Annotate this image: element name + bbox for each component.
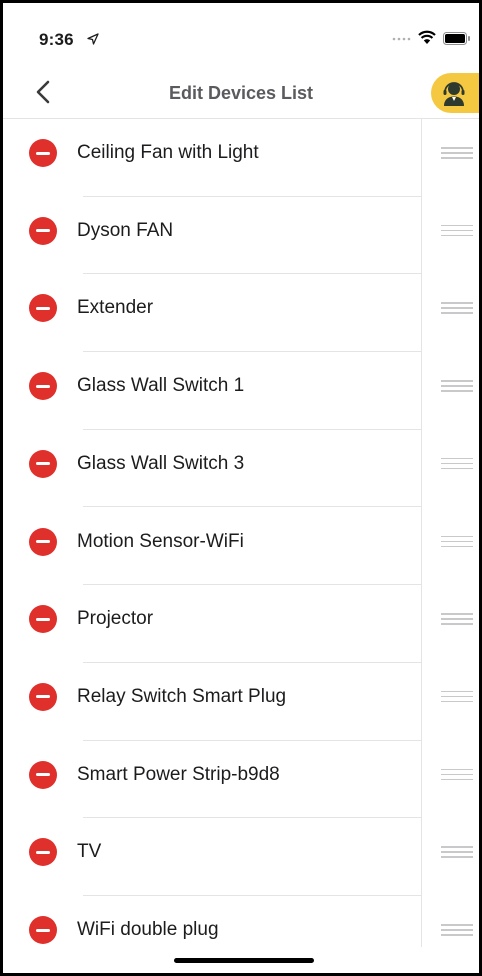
device-name-label: Glass Wall Switch 3 bbox=[77, 452, 245, 474]
delete-device-button[interactable] bbox=[29, 605, 57, 634]
reorder-handle-icon[interactable] bbox=[441, 846, 473, 860]
device-row: Dyson FAN bbox=[3, 197, 479, 275]
device-name-label: Projector bbox=[77, 608, 154, 630]
delete-device-button[interactable] bbox=[29, 449, 57, 478]
reorder-handle-icon[interactable] bbox=[441, 380, 473, 394]
reorder-handle-icon[interactable] bbox=[441, 768, 473, 783]
delete-device-button[interactable] bbox=[29, 916, 57, 944]
device-name-label: Dyson FAN bbox=[77, 219, 174, 241]
cellular-dots-icon bbox=[392, 37, 411, 41]
reorder-handle-icon[interactable] bbox=[441, 147, 473, 161]
device-name-label: TV bbox=[77, 841, 102, 863]
status-time: 9:36 bbox=[39, 30, 74, 49]
device-name-label: Extender bbox=[77, 297, 154, 319]
device-name-label: Ceiling Fan with Light bbox=[77, 142, 259, 163]
home-indicator bbox=[174, 958, 314, 963]
device-row: Ceiling Fan with Light bbox=[3, 119, 479, 197]
device-row: WiFi double plug bbox=[3, 896, 479, 947]
delete-device-button[interactable] bbox=[29, 294, 57, 323]
reorder-handle-icon[interactable] bbox=[441, 924, 473, 938]
device-row: Projector bbox=[3, 585, 479, 663]
device-name-label: Glass Wall Switch 1 bbox=[77, 375, 245, 397]
delete-device-button[interactable] bbox=[29, 527, 57, 556]
location-arrow-icon bbox=[87, 33, 99, 45]
device-name-label: Smart Power Strip-b9d8 bbox=[77, 763, 280, 785]
support-agent-icon bbox=[443, 82, 465, 106]
delete-device-button[interactable] bbox=[29, 682, 57, 711]
phone-screen: 9:36 Edit Devices List Ceiling Fan with … bbox=[0, 0, 482, 976]
device-name-label: WiFi double plug bbox=[77, 919, 219, 940]
reorder-handle-icon[interactable] bbox=[441, 302, 473, 316]
device-row: TV bbox=[3, 818, 479, 896]
delete-device-button[interactable] bbox=[29, 216, 57, 245]
wifi-icon bbox=[418, 30, 436, 44]
device-row: Glass Wall Switch 3 bbox=[3, 430, 479, 508]
device-row: Relay Switch Smart Plug bbox=[3, 663, 479, 741]
reorder-handle-icon[interactable] bbox=[441, 457, 473, 472]
delete-device-button[interactable] bbox=[29, 372, 57, 401]
reorder-handle-icon[interactable] bbox=[441, 224, 473, 239]
device-row: Glass Wall Switch 1 bbox=[3, 352, 479, 430]
reorder-handle-icon[interactable] bbox=[441, 613, 473, 627]
device-row: Extender bbox=[3, 274, 479, 353]
battery-icon bbox=[443, 32, 470, 45]
device-list: Ceiling Fan with Light Dyson FAN Extender G… bbox=[3, 119, 479, 947]
navigation-bar: Edit Devices List bbox=[3, 65, 479, 119]
device-name-label: Relay Switch Smart Plug bbox=[77, 685, 287, 707]
reorder-handle-icon[interactable] bbox=[441, 535, 473, 550]
reorder-handle-icon[interactable] bbox=[441, 690, 473, 705]
device-row: Smart Power Strip-b9d8 bbox=[3, 741, 479, 819]
delete-device-button[interactable] bbox=[29, 760, 57, 789]
device-name-label: Motion Sensor-WiFi bbox=[77, 530, 244, 552]
status-bar: 9:36 bbox=[3, 3, 479, 65]
device-row: Motion Sensor-WiFi bbox=[3, 508, 479, 586]
delete-device-button[interactable] bbox=[29, 838, 57, 867]
page-title: Edit Devices List bbox=[168, 83, 314, 103]
delete-device-button[interactable] bbox=[29, 139, 57, 167]
support-agent-button[interactable] bbox=[431, 73, 479, 113]
